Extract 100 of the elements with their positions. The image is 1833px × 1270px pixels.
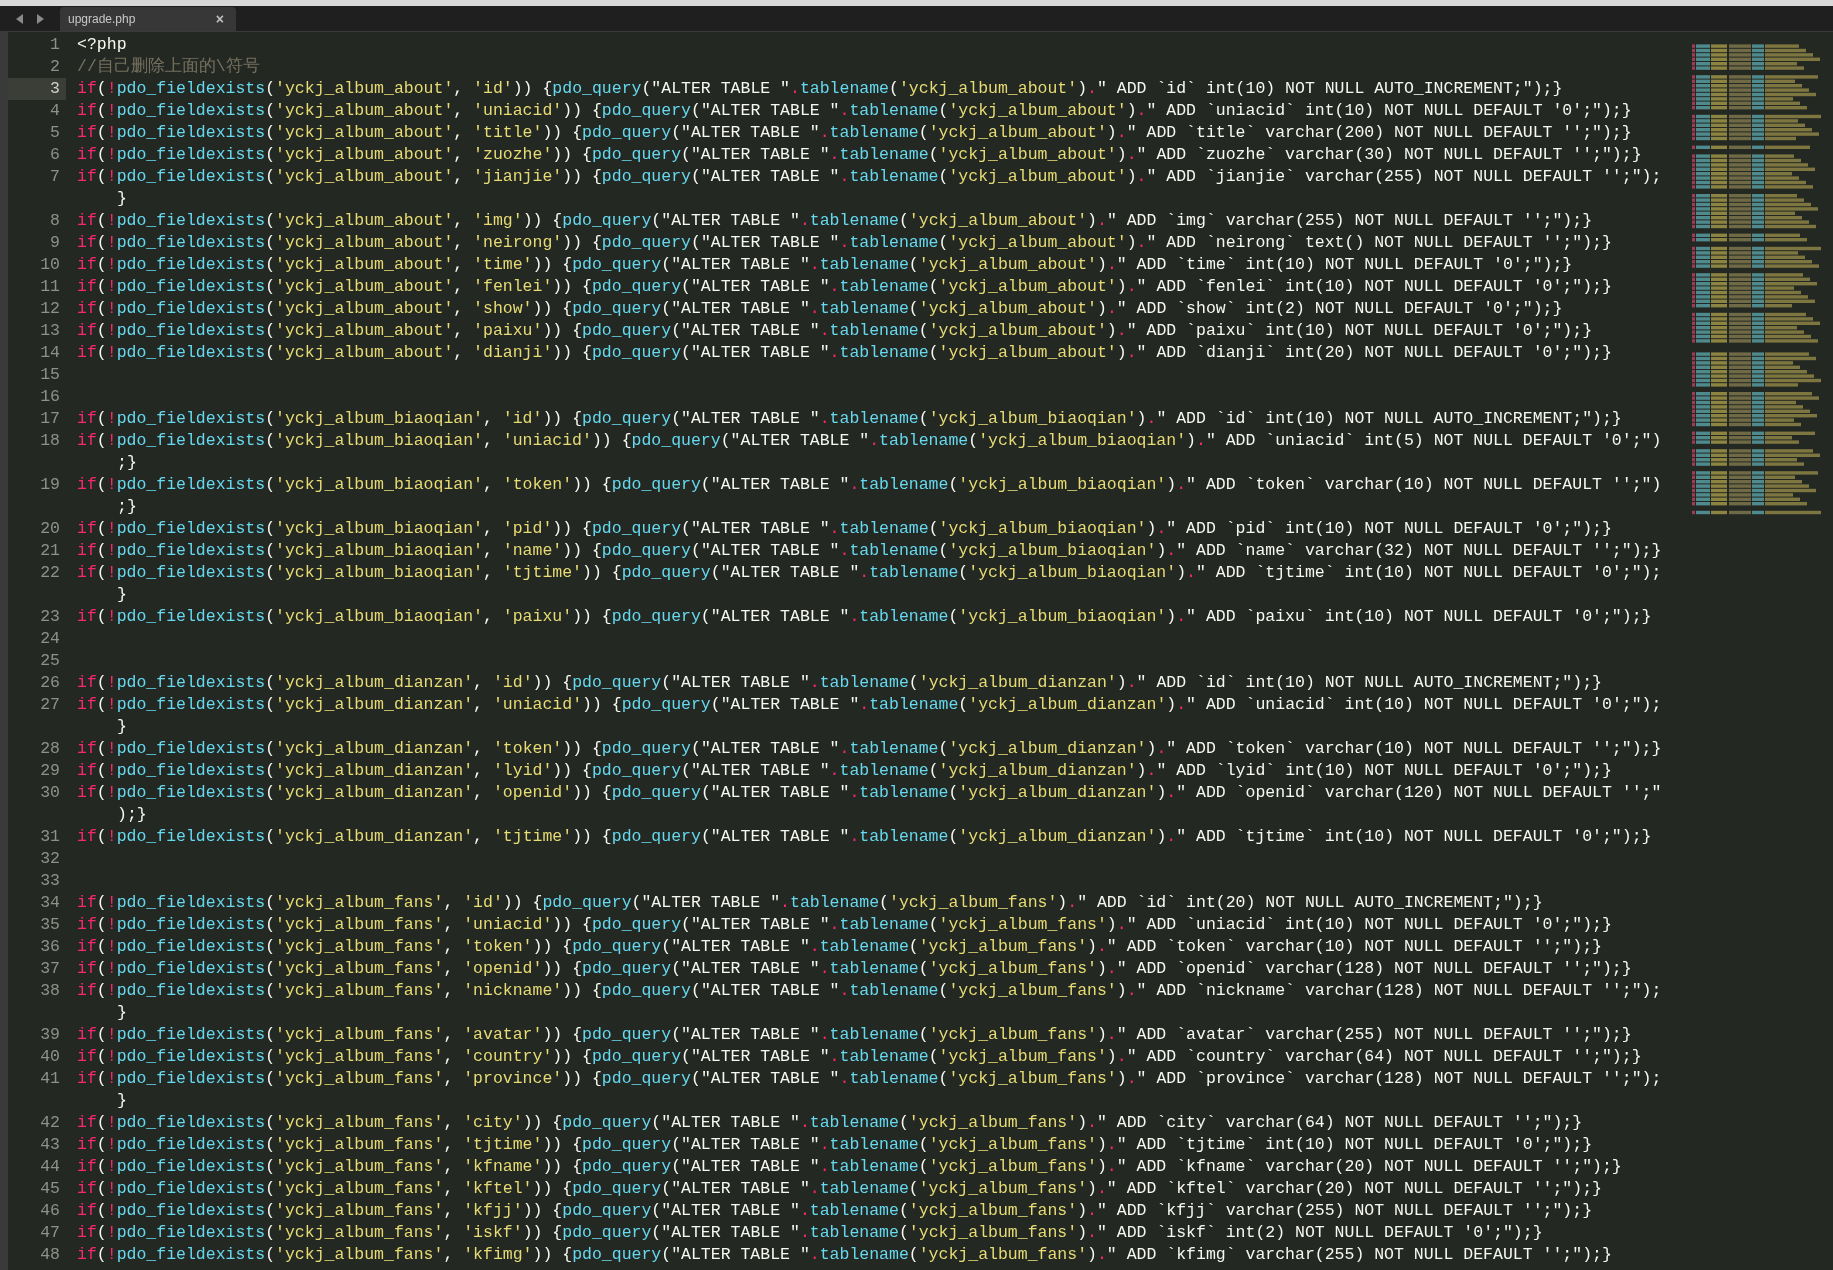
line-number: 36 xyxy=(39,936,61,958)
code-line: if(!pdo_fieldexists('yckj_album_fans', 'kfimg')) {pdo_query("ALTER TABLE ".tablename('yckj_album_fans')." ADD `kfimg` varchar(255) NOT NULL DEFAULT '';");} xyxy=(77,1244,1612,1266)
line-number: 28 xyxy=(39,738,61,760)
code-line: if(!pdo_fieldexists('yckj_album_dianzan', 'tjtime')) {pdo_query("ALTER TABLE ".tablename('yckj_album_dianzan')." ADD `tjtime` int(10) NOT NULL DEFAULT '0';");} xyxy=(77,826,1652,848)
line-number: 47 xyxy=(39,1222,61,1244)
line-number: 13 xyxy=(39,320,61,342)
line-number: 2 xyxy=(49,56,61,78)
close-icon[interactable]: × xyxy=(215,8,224,30)
line-number: 43 xyxy=(39,1134,61,1156)
line-number: 4 xyxy=(49,100,61,122)
line-number: 3 xyxy=(8,78,66,100)
line-number: 44 xyxy=(39,1156,61,1178)
line-number: 42 xyxy=(39,1112,61,1134)
line-number: 9 xyxy=(49,232,61,254)
line-number: 20 xyxy=(39,518,61,540)
line-number: 25 xyxy=(39,650,61,672)
line-number: 33 xyxy=(39,870,61,892)
code-line: if(!pdo_fieldexists('yckj_album_fans', 'token')) {pdo_query("ALTER TABLE ".tablename('yckj_album_fans')." ADD `token` varchar(10) NOT NULL DEFAULT '';");} xyxy=(77,936,1602,958)
code-line: if(!pdo_fieldexists('yckj_album_fans', 'id')) {pdo_query("ALTER TABLE ".tablename('yckj_album_fans')." ADD `id` int(20) NOT NULL AUTO_INCREMENT;");} xyxy=(77,892,1543,914)
code-line: if(!pdo_fieldexists('yckj_album_about', 'show')) {pdo_query("ALTER TABLE ".tablename('yckj_album_about')." ADD `show` int(2) NOT NULL DEFAULT '0';");} xyxy=(77,298,1563,320)
line-number: 39 xyxy=(39,1024,61,1046)
code-line-continuation: ;} xyxy=(117,452,137,474)
line-number: 10 xyxy=(39,254,61,276)
code-line: <?php xyxy=(77,34,127,56)
line-number: 22 xyxy=(39,562,61,584)
line-number: 18 xyxy=(39,430,61,452)
code-line-continuation: } xyxy=(117,584,127,606)
code-line: if(!pdo_fieldexists('yckj_album_dianzan', 'lyid')) {pdo_query("ALTER TABLE ".tablename('yckj_album_dianzan')." ADD `lyid` int(10) NOT NULL DEFAULT '0';");} xyxy=(77,760,1612,782)
code-line-continuation: } xyxy=(117,716,127,738)
code-line: if(!pdo_fieldexists('yckj_album_biaoqian', 'pid')) {pdo_query("ALTER TABLE ".tablename('yckj_album_biaoqian')." ADD `pid` int(10) NOT NULL DEFAULT '0';");} xyxy=(77,518,1612,540)
scrollbar[interactable] xyxy=(0,32,8,1270)
line-number: 37 xyxy=(39,958,61,980)
line-number: 14 xyxy=(39,342,61,364)
line-number: 48 xyxy=(39,1244,61,1266)
line-number: 5 xyxy=(49,122,61,144)
line-number: 24 xyxy=(39,628,61,650)
line-number: 35 xyxy=(39,914,61,936)
code-line: if(!pdo_fieldexists('yckj_album_about', 'paixu')) {pdo_query("ALTER TABLE ".tablename('yckj_album_about')." ADD `paixu` int(10) NOT NULL DEFAULT '0';");} xyxy=(77,320,1593,342)
code-line: if(!pdo_fieldexists('yckj_album_biaoqian', 'uniacid')) {pdo_query("ALTER TABLE ".tablename('yckj_album_biaoqian')." ADD `uniacid` int(5) NOT NULL DEFAULT '0';") xyxy=(77,430,1662,452)
code-line-continuation: } xyxy=(117,188,127,210)
line-number: 12 xyxy=(39,298,61,320)
line-number: 11 xyxy=(39,276,61,298)
line-number: 19 xyxy=(39,474,61,496)
code-line: if(!pdo_fieldexists('yckj_album_biaoqian', 'tjtime')) {pdo_query("ALTER TABLE ".tablename('yckj_album_biaoqian')." ADD `tjtime` int(10) NOT NULL DEFAULT '0';"); xyxy=(77,562,1662,584)
code-line: //自己删除上面的\符号 xyxy=(77,56,260,78)
code-line: if(!pdo_fieldexists('yckj_album_biaoqian', 'name')) {pdo_query("ALTER TABLE ".tablename('yckj_album_biaoqian')." ADD `name` varchar(32) NOT NULL DEFAULT '';");} xyxy=(77,540,1662,562)
code-line: if(!pdo_fieldexists('yckj_album_fans', 'iskf')) {pdo_query("ALTER TABLE ".tablename('yckj_album_fans')." ADD `iskf` int(2) NOT NULL DEFAULT '0';");} xyxy=(77,1222,1543,1244)
code-line: if(!pdo_fieldexists('yckj_album_fans', 'tjtime')) {pdo_query("ALTER TABLE ".tablename('yckj_album_fans')." ADD `tjtime` int(10) NOT NULL DEFAULT '0';");} xyxy=(77,1134,1593,1156)
code-line: if(!pdo_fieldexists('yckj_album_about', 'time')) {pdo_query("ALTER TABLE ".tablename('yckj_album_about')." ADD `time` int(10) NOT NULL DEFAULT '0';");} xyxy=(77,254,1573,276)
code-line: if(!pdo_fieldexists('yckj_album_about', 'fenlei')) {pdo_query("ALTER TABLE ".tablename('yckj_album_about')." ADD `fenlei` int(10) NOT NULL DEFAULT '0';");} xyxy=(77,276,1612,298)
code-line: if(!pdo_fieldexists('yckj_album_dianzan', 'id')) {pdo_query("ALTER TABLE ".tablename('yckj_album_dianzan')." ADD `id` int(10) NOT NULL AUTO_INCREMENT;");} xyxy=(77,672,1602,694)
line-number: 38 xyxy=(39,980,61,1002)
line-number: 23 xyxy=(39,606,61,628)
line-number: 16 xyxy=(39,386,61,408)
code-line: if(!pdo_fieldexists('yckj_album_fans', 'kfname')) {pdo_query("ALTER TABLE ".tablename('yckj_album_fans')." ADD `kfname` varchar(20) NOT NULL DEFAULT '';");} xyxy=(77,1156,1622,1178)
code-line: if(!pdo_fieldexists('yckj_album_biaoqian', 'paixu')) {pdo_query("ALTER TABLE ".tablename('yckj_album_biaoqian')." ADD `paixu` int(10) NOT NULL DEFAULT '0';");} xyxy=(77,606,1652,628)
line-number: 26 xyxy=(39,672,61,694)
code-line: if(!pdo_fieldexists('yckj_album_about', 'uniacid')) {pdo_query("ALTER TABLE ".tablename('yckj_album_about')." ADD `uniacid` int(10) NOT NULL DEFAULT '0';");} xyxy=(77,100,1632,122)
code-line: if(!pdo_fieldexists('yckj_album_fans', 'openid')) {pdo_query("ALTER TABLE ".tablename('yckj_album_fans')." ADD `openid` varchar(128) NOT NULL DEFAULT '';");} xyxy=(77,958,1632,980)
file-tab[interactable]: upgrade.php × xyxy=(60,7,236,31)
line-number: 17 xyxy=(39,408,61,430)
line-number: 31 xyxy=(39,826,61,848)
code-line: if(!pdo_fieldexists('yckj_album_dianzan', 'uniacid')) {pdo_query("ALTER TABLE ".tablename('yckj_album_dianzan')." ADD `uniacid` int(10) NOT NULL DEFAULT '0';"); xyxy=(77,694,1662,716)
code-line: if(!pdo_fieldexists('yckj_album_fans', 'avatar')) {pdo_query("ALTER TABLE ".tablename('yckj_album_fans')." ADD `avatar` varchar(255) NOT NULL DEFAULT '';");} xyxy=(77,1024,1632,1046)
line-number: 27 xyxy=(39,694,61,716)
code-line: if(!pdo_fieldexists('yckj_album_about', 'img')) {pdo_query("ALTER TABLE ".tablename('yckj_album_about')." ADD `img` varchar(255) NOT NULL DEFAULT '';");} xyxy=(77,210,1593,232)
line-number: 1 xyxy=(49,34,61,56)
code-line: if(!pdo_fieldexists('yckj_album_dianzan', 'token')) {pdo_query("ALTER TABLE ".tablename('yckj_album_dianzan')." ADD `token` varchar(10) NOT NULL DEFAULT '';");} xyxy=(77,738,1662,760)
code-line: if(!pdo_fieldexists('yckj_album_fans', 'kfjj')) {pdo_query("ALTER TABLE ".tablename('yckj_album_fans')." ADD `kfjj` varchar(255) NOT NULL DEFAULT '';");} xyxy=(77,1200,1593,1222)
back-icon[interactable] xyxy=(16,13,24,24)
code-line: if(!pdo_fieldexists('yckj_album_about', 'dianji')) {pdo_query("ALTER TABLE ".tablename('yckj_album_about')." ADD `dianji` int(20) NOT NULL DEFAULT '0';");} xyxy=(77,342,1612,364)
line-number: 46 xyxy=(39,1200,61,1222)
line-number: 40 xyxy=(39,1046,61,1068)
line-number: 15 xyxy=(39,364,61,386)
code-line: if(!pdo_fieldexists('yckj_album_fans', 'country')) {pdo_query("ALTER TABLE ".tablename('yckj_album_fans')." ADD `country` varchar(64) NOT NULL DEFAULT '';");} xyxy=(77,1046,1642,1068)
line-number: 6 xyxy=(49,144,61,166)
code-line-continuation: );} xyxy=(117,804,147,826)
line-number: 41 xyxy=(39,1068,61,1090)
code-line-continuation: ;} xyxy=(117,496,137,518)
code-line: if(!pdo_fieldexists('yckj_album_biaoqian', 'id')) {pdo_query("ALTER TABLE ".tablename('yckj_album_biaoqian')." ADD `id` int(10) NOT NULL AUTO_INCREMENT;");} xyxy=(77,408,1622,430)
line-number: 21 xyxy=(39,540,61,562)
line-number: 45 xyxy=(39,1178,61,1200)
code-line: if(!pdo_fieldexists('yckj_album_biaoqian', 'token')) {pdo_query("ALTER TABLE ".tablename('yckj_album_biaoqian')." ADD `token` varchar(10) NOT NULL DEFAULT '';") xyxy=(77,474,1662,496)
code-line: if(!pdo_fieldexists('yckj_album_fans', 'province')) {pdo_query("ALTER TABLE ".tablename('yckj_album_fans')." ADD `province` varchar(128) NOT NULL DEFAULT '';"); xyxy=(77,1068,1662,1090)
code-line: if(!pdo_fieldexists('yckj_album_fans', 'uniacid')) {pdo_query("ALTER TABLE ".tablename('yckj_album_fans')." ADD `uniacid` int(10) NOT NULL DEFAULT '0';");} xyxy=(77,914,1612,936)
code-line-continuation: } xyxy=(117,1002,127,1024)
code-line: if(!pdo_fieldexists('yckj_album_fans', 'kftel')) {pdo_query("ALTER TABLE ".tablename('yckj_album_fans')." ADD `kftel` varchar(20) NOT NULL DEFAULT '';");} xyxy=(77,1178,1602,1200)
code-line: if(!pdo_fieldexists('yckj_album_about', 'id')) {pdo_query("ALTER TABLE ".tablename('yckj_album_about')." ADD `id` int(10) NOT NULL AUTO_INCREMENT;");} xyxy=(77,78,1563,100)
code-line: if(!pdo_fieldexists('yckj_album_about', 'jianjie')) {pdo_query("ALTER TABLE ".tablename('yckj_album_about')." ADD `jianjie` varchar(255) NOT NULL DEFAULT '';"); xyxy=(77,166,1662,188)
forward-icon[interactable] xyxy=(36,13,44,24)
code-line: if(!pdo_fieldexists('yckj_album_fans', 'nickname')) {pdo_query("ALTER TABLE ".tablename('yckj_album_fans')." ADD `nickname` varchar(128) NOT NULL DEFAULT '';"); xyxy=(77,980,1662,1002)
code-line-continuation: } xyxy=(117,1090,127,1112)
tab-title: upgrade.php xyxy=(68,11,136,28)
line-number: 32 xyxy=(39,848,61,870)
code-line: if(!pdo_fieldexists('yckj_album_about', 'neirong')) {pdo_query("ALTER TABLE ".tablename('yckj_album_about')." ADD `neirong` text() NOT NULL DEFAULT '';");} xyxy=(77,232,1612,254)
line-number: 29 xyxy=(39,760,61,782)
line-number: 8 xyxy=(49,210,61,232)
code-line: if(!pdo_fieldexists('yckj_album_fans', 'city')) {pdo_query("ALTER TABLE ".tablename('yckj_album_fans')." ADD `city` varchar(64) NOT NULL DEFAULT '';");} xyxy=(77,1112,1583,1134)
code-line: if(!pdo_fieldexists('yckj_album_about', 'title')) {pdo_query("ALTER TABLE ".tablename('yckj_album_about')." ADD `title` varchar(200) NOT NULL DEFAULT '';");} xyxy=(77,122,1632,144)
code-line: if(!pdo_fieldexists('yckj_album_about', 'zuozhe')) {pdo_query("ALTER TABLE ".tablename('yckj_album_about')." ADD `zuozhe` varchar(30) NOT NULL DEFAULT '';");} xyxy=(77,144,1642,166)
